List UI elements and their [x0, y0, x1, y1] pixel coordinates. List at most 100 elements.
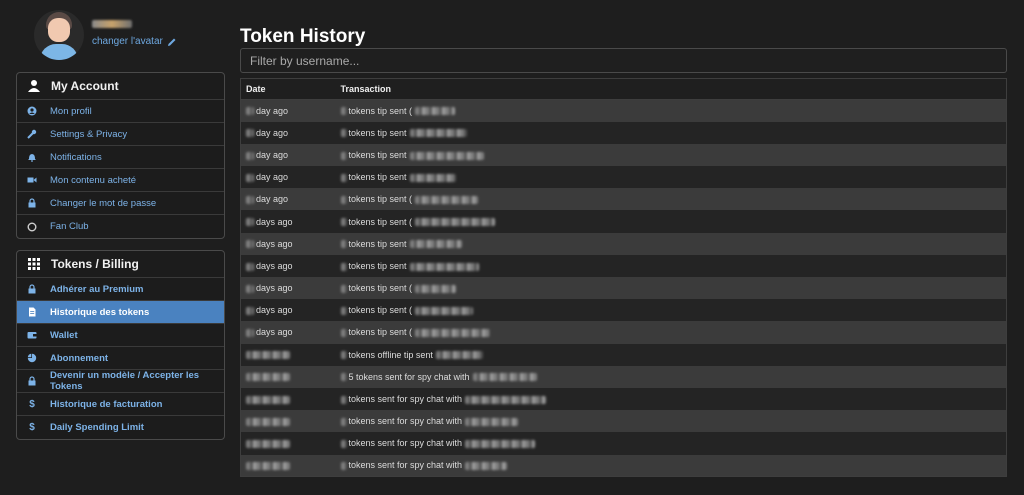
redacted-username [415, 306, 474, 315]
table-row: day ago tokens tip sent [240, 143, 1007, 167]
menu-item-wallet[interactable]: Wallet [17, 324, 224, 347]
billing-menu: Tokens / Billing Adhérer au Premium Hist… [16, 250, 225, 440]
menu-item-label: Changer le mot de passe [50, 197, 157, 209]
redacted-value [340, 218, 347, 227]
wallet-icon [27, 330, 37, 340]
transaction-text: tokens tip sent ( [348, 194, 413, 205]
cell-date: days ago [240, 321, 336, 344]
cell-transaction: tokens tip sent [335, 232, 1007, 255]
redacted-value [246, 173, 254, 182]
document-icon [27, 307, 37, 317]
menu-item-mon-profil[interactable]: Mon profil [17, 100, 224, 123]
cell-date: day ago [240, 121, 336, 144]
cell-transaction: tokens offline tip sent [335, 343, 1007, 366]
redacted-value [246, 107, 254, 116]
grid-icon [27, 257, 41, 271]
redacted-username [472, 373, 537, 382]
cell-date [240, 410, 336, 433]
redacted-username [465, 417, 519, 426]
date-text: days ago [256, 283, 293, 294]
page-title: Token History [240, 26, 366, 47]
redacted-username [435, 351, 483, 360]
table-row: tokens sent for spy chat with [240, 387, 1007, 411]
cell-transaction: tokens tip sent ( [335, 210, 1007, 233]
menu-item-devenir-modele[interactable]: Devenir un modèle / Accepter les Tokens [17, 370, 224, 393]
change-avatar-link[interactable]: changer l'avatar [92, 36, 177, 47]
transaction-text: tokens tip sent [348, 238, 407, 249]
redacted-value [340, 373, 347, 382]
table-row: days ago tokens tip sent ( [240, 299, 1007, 322]
redacted-username [409, 240, 462, 249]
table-row: days ago tokens tip sent [240, 232, 1007, 255]
menu-item-label: Mon profil [50, 105, 92, 117]
menu-item-abonnement[interactable]: Abonnement [17, 347, 224, 370]
redacted-value [246, 440, 290, 449]
table-header-row: Date Transaction [240, 78, 1007, 100]
transaction-text: tokens tip sent ( [348, 283, 413, 294]
date-text: days ago [256, 327, 293, 338]
menu-item-historique-facturation[interactable]: $ Historique de facturation [17, 393, 224, 416]
redacted-value [340, 173, 347, 182]
main-content: Token History Date Transaction day ago to… [240, 26, 1008, 478]
date-text: days ago [256, 216, 293, 227]
menu-item-label: Devenir un modèle / Accepter les Tokens [50, 370, 200, 392]
redacted-username [415, 218, 496, 227]
transaction-text: tokens tip sent [348, 149, 407, 160]
cell-date: day ago [240, 188, 336, 211]
cell-date: day ago [240, 99, 336, 122]
transaction-text: tokens tip sent [348, 127, 407, 138]
sidebar: changer l'avatar My Account Mon profil S… [16, 0, 225, 451]
cell-transaction: tokens tip sent ( [335, 321, 1007, 344]
redacted-value [246, 240, 254, 249]
cell-transaction: tokens tip sent ( [335, 188, 1007, 211]
menu-item-label: Historique de facturation [50, 398, 163, 410]
cell-transaction: 5 tokens sent for spy chat with [335, 365, 1007, 388]
date-text: days ago [256, 305, 293, 316]
transaction-text: tokens sent for spy chat with [348, 438, 463, 449]
transaction-text: tokens offline tip sent [348, 349, 433, 360]
cell-transaction: tokens sent for spy chat with [335, 454, 1007, 477]
menu-item-contenu-achete[interactable]: Mon contenu acheté [17, 169, 224, 192]
account-menu-title: My Account [51, 79, 119, 93]
menu-item-changer-mot-de-passe[interactable]: Changer le mot de passe [17, 192, 224, 215]
table-row: day ago tokens tip sent [240, 166, 1007, 189]
redacted-username [409, 151, 484, 160]
cell-date [240, 454, 336, 477]
cell-date [240, 387, 336, 411]
menu-item-daily-spending-limit[interactable]: $ Daily Spending Limit [17, 416, 224, 439]
redacted-value [246, 262, 254, 271]
avatar[interactable] [34, 10, 84, 60]
menu-item-adherer-premium[interactable]: Adhérer au Premium [17, 278, 224, 301]
redacted-username [415, 107, 456, 116]
cell-transaction: tokens tip sent [335, 121, 1007, 144]
circle-icon [27, 222, 37, 232]
table-row: days ago tokens tip sent [240, 254, 1007, 277]
redacted-value [246, 329, 254, 338]
date-text: days ago [256, 238, 293, 249]
account-menu: My Account Mon profil Settings & Privacy… [16, 72, 225, 239]
menu-item-settings-privacy[interactable]: Settings & Privacy [17, 123, 224, 146]
redacted-value [340, 195, 347, 204]
transaction-text: tokens tip sent [348, 172, 407, 183]
date-text: day ago [256, 172, 289, 183]
table-row: tokens sent for spy chat with [240, 432, 1007, 455]
cell-date: days ago [240, 232, 336, 255]
menu-item-label: Mon contenu acheté [50, 174, 137, 186]
redacted-value [340, 262, 347, 271]
table-row: tokens sent for spy chat with [240, 410, 1007, 433]
menu-item-notifications[interactable]: Notifications [17, 146, 224, 169]
menu-item-historique-tokens[interactable]: Historique des tokens [17, 301, 224, 324]
filter-username-input[interactable] [240, 48, 1007, 73]
menu-item-fan-club[interactable]: Fan Club [17, 215, 224, 238]
redacted-username [409, 262, 479, 271]
redacted-value [340, 107, 347, 116]
redacted-value [246, 461, 290, 470]
cell-date: day ago [240, 166, 336, 189]
transaction-text: tokens sent for spy chat with [348, 394, 463, 405]
redacted-value [340, 284, 347, 293]
transaction-text: tokens sent for spy chat with [348, 416, 463, 427]
transaction-text: tokens tip sent [348, 260, 407, 271]
billing-menu-header: Tokens / Billing [17, 251, 224, 278]
menu-item-label: Daily Spending Limit [50, 422, 144, 433]
date-text: days ago [256, 260, 293, 271]
